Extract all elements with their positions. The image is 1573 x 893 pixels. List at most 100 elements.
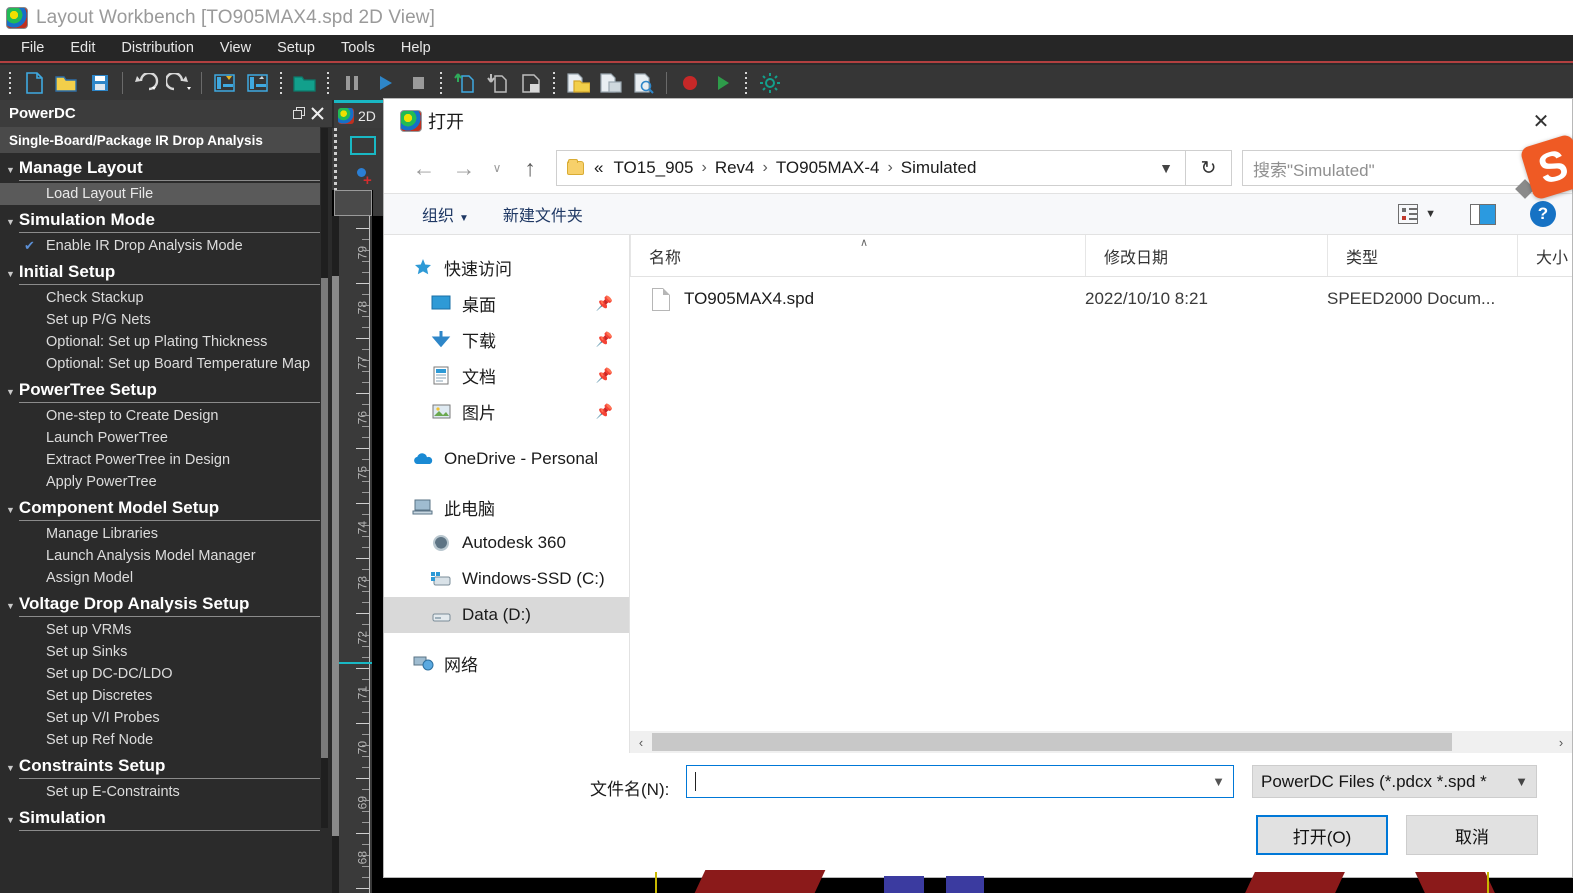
tree-item-one-step-create-design[interactable]: One-step to Create Design [0, 405, 320, 427]
powerdc-scrollbar[interactable] [321, 128, 328, 828]
tree-item-launch-analysis-model-manager[interactable]: Launch Analysis Model Manager [0, 545, 320, 567]
close-icon[interactable] [308, 105, 326, 123]
nav-item-network[interactable]: 网络 [384, 645, 629, 681]
menu-file[interactable]: File [8, 36, 57, 60]
copy-file-icon[interactable] [595, 68, 626, 97]
new-folder-button[interactable]: 新建文件夹 [503, 202, 583, 226]
group-initial-setup[interactable]: ▼ Initial Setup [0, 257, 320, 287]
run-icon[interactable] [707, 68, 738, 97]
tree-item-set-up-vrms[interactable]: Set up VRMs [0, 619, 320, 641]
menu-help[interactable]: Help [388, 36, 444, 60]
help-icon[interactable]: ? [1530, 201, 1556, 227]
tree-item-load-layout-file[interactable]: Load Layout File [0, 183, 320, 205]
copy-folder-icon[interactable] [562, 68, 593, 97]
menu-setup[interactable]: Setup [264, 36, 328, 60]
refresh-button[interactable]: ↻ [1186, 150, 1232, 186]
tree-item-apply-powertree[interactable]: Apply PowerTree [0, 471, 320, 493]
cancel-button[interactable]: 取消 [1406, 815, 1538, 855]
organize-button[interactable]: 组织 ▼ [422, 202, 469, 226]
menu-view[interactable]: View [207, 36, 264, 60]
nav-item-desktop[interactable]: 桌面 📌 [384, 285, 629, 321]
scrollbar-thumb[interactable] [321, 278, 328, 758]
group-powertree-setup[interactable]: ▼ PowerTree Setup [0, 375, 320, 405]
tree-item-manage-libraries[interactable]: Manage Libraries [0, 523, 320, 545]
save-icon[interactable] [84, 68, 115, 97]
tree-item-set-up-pg-nets[interactable]: Set up P/G Nets [0, 309, 320, 331]
column-header-size[interactable]: 大小 [1517, 235, 1572, 276]
tree-item-launch-powertree[interactable]: Launch PowerTree [0, 427, 320, 449]
group-constraints-setup[interactable]: ▼ Constraints Setup [0, 751, 320, 781]
breadcrumb-part-2[interactable]: TO905MAX-4 [776, 158, 880, 178]
close-icon[interactable]: ✕ [1518, 106, 1564, 136]
nav-item-onedrive[interactable]: OneDrive - Personal [384, 441, 629, 477]
scroll-left-arrow[interactable]: ‹ [630, 735, 652, 750]
tree-item-set-up-sinks[interactable]: Set up Sinks [0, 641, 320, 663]
filename-input[interactable]: ▼ [686, 765, 1234, 798]
tree-item-extract-powertree[interactable]: Extract PowerTree in Design [0, 449, 320, 471]
horizontal-scrollbar[interactable]: ‹ › [630, 731, 1572, 753]
scrollbar-thumb[interactable] [332, 276, 339, 836]
tree-item-set-up-vi-probes[interactable]: Set up V/I Probes [0, 707, 320, 729]
pin-icon[interactable]: 📌 [596, 331, 613, 348]
tree-item-set-up-dcdc-ldo[interactable]: Set up DC-DC/LDO [0, 663, 320, 685]
stop-icon[interactable] [402, 68, 433, 97]
tree-item-set-up-e-constraints[interactable]: Set up E-Constraints [0, 781, 320, 803]
menu-edit[interactable]: Edit [57, 36, 108, 60]
nav-item-quick-access[interactable]: 快速访问 [384, 249, 629, 285]
scrollbar-track[interactable] [652, 733, 1550, 751]
group-manage-layout[interactable]: ▼ Manage Layout [0, 153, 320, 183]
view-options-button[interactable]: ▼ [1398, 204, 1436, 224]
export-layout-icon[interactable] [242, 68, 273, 97]
view-scrollbar[interactable] [332, 216, 339, 893]
column-header-name[interactable]: 名称 [630, 235, 1085, 276]
float-window-icon[interactable] [290, 105, 308, 123]
chevron-down-icon[interactable]: ▼ [1212, 774, 1225, 789]
group-component-model-setup[interactable]: ▼ Component Model Setup [0, 493, 320, 523]
file-type-filter[interactable]: PowerDC Files (*.pdcx *.spd * ▼ [1252, 765, 1537, 798]
menu-tools[interactable]: Tools [328, 36, 388, 60]
undo-icon[interactable] [130, 68, 161, 97]
forward-button[interactable]: → [444, 150, 484, 186]
record-icon[interactable] [674, 68, 705, 97]
nav-item-autodesk-360[interactable]: Autodesk 360 [384, 525, 629, 561]
pin-icon[interactable]: 📌 [596, 403, 613, 420]
nav-item-windows-ssd-c[interactable]: Windows-SSD (C:) [384, 561, 629, 597]
tree-item-check-stackup[interactable]: Check Stackup [0, 287, 320, 309]
nav-item-this-pc[interactable]: 此电脑 [384, 489, 629, 525]
tree-item-set-up-ref-node[interactable]: Set up Ref Node [0, 729, 320, 751]
tree-item-enable-ir-drop-analysis-mode[interactable]: Enable IR Drop Analysis Mode [0, 235, 320, 257]
group-voltage-drop-analysis-setup[interactable]: ▼ Voltage Drop Analysis Setup [0, 589, 320, 619]
redo-icon[interactable] [163, 68, 194, 97]
column-header-type[interactable]: 类型 [1327, 235, 1517, 276]
add-marker-icon[interactable]: + [363, 173, 372, 188]
tree-item-assign-model[interactable]: Assign Model [0, 567, 320, 589]
breadcrumb[interactable]: « TO15_905 › Rev4 › TO905MAX-4 › Simulat… [556, 150, 1186, 186]
up-button[interactable]: ↑ [510, 150, 550, 186]
open-project-icon[interactable] [289, 68, 320, 97]
new-file-icon[interactable] [18, 68, 49, 97]
group-simulation-mode[interactable]: ▼ Simulation Mode [0, 205, 320, 235]
play-icon[interactable] [369, 68, 400, 97]
group-simulation[interactable]: ▼ Simulation [0, 803, 320, 833]
nav-item-pictures[interactable]: 图片 📌 [384, 393, 629, 429]
open-button[interactable]: 打开(O) [1256, 815, 1388, 855]
breadcrumb-part-0[interactable]: TO15_905 [613, 158, 693, 178]
scrollbar-thumb[interactable] [652, 733, 1452, 751]
import-layout-icon[interactable] [209, 68, 240, 97]
tree-item-plating-thickness[interactable]: Optional: Set up Plating Thickness [0, 331, 320, 353]
select-rectangle-icon[interactable] [350, 136, 376, 155]
preview-pane-icon[interactable] [1470, 203, 1496, 225]
pause-icon[interactable] [336, 68, 367, 97]
table-row[interactable]: TO905MAX4.spd 2022/10/10 8:21 SPEED2000 … [630, 277, 1572, 321]
recent-locations-button[interactable]: ∨ [484, 150, 510, 186]
download-file-icon[interactable] [482, 68, 513, 97]
tree-item-board-temperature-map[interactable]: Optional: Set up Board Temperature Map [0, 353, 320, 375]
pin-icon[interactable]: 📌 [596, 295, 613, 312]
tree-item-set-up-discretes[interactable]: Set up Discretes [0, 685, 320, 707]
nav-item-downloads[interactable]: 下载 📌 [384, 321, 629, 357]
breadcrumb-part-3[interactable]: Simulated [901, 158, 977, 178]
settings-gear-icon[interactable] [754, 68, 785, 97]
nav-item-data-d[interactable]: Data (D:) [384, 597, 629, 633]
menu-distribution[interactable]: Distribution [108, 36, 207, 60]
chevron-down-icon[interactable]: ▼ [1159, 160, 1173, 176]
